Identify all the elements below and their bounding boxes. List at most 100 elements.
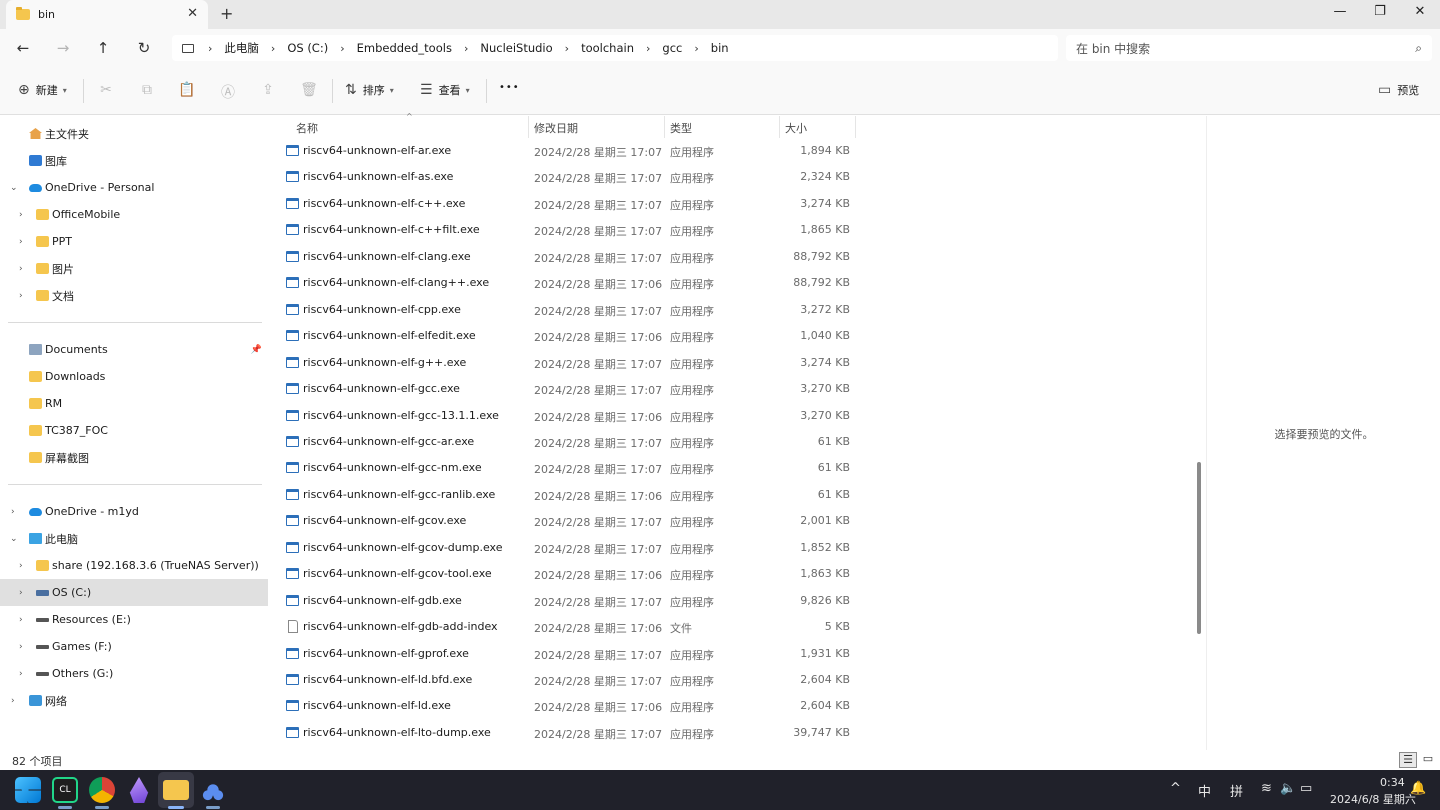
battery-icon[interactable]: ▭ — [1300, 781, 1312, 796]
copy-icon[interactable]: ⧉ — [138, 82, 156, 98]
sidebar-item-os-c[interactable]: › OS (C:) — [0, 579, 268, 606]
chevron-right-icon[interactable]: › — [19, 642, 23, 652]
sidebar-item-documents[interactable]: Documents 📌 — [0, 336, 268, 363]
column-divider[interactable] — [664, 116, 665, 138]
wifi-icon[interactable]: ≋ — [1261, 781, 1272, 796]
table-row[interactable]: riscv64-unknown-elf-gcc-13.1.1.exe 2024/2… — [270, 403, 1190, 429]
chevron-right-icon[interactable]: › — [19, 210, 23, 220]
start-menu-icon[interactable] — [15, 777, 41, 803]
clock-time[interactable]: 0:34 — [1380, 776, 1405, 789]
vertical-scrollbar[interactable] — [1192, 116, 1206, 750]
table-row[interactable]: riscv64-unknown-elf-ar.exe 2024/2/28 星期三 … — [270, 138, 1190, 164]
forward-arrow-icon[interactable]: → — [53, 39, 73, 57]
table-row[interactable]: riscv64-unknown-elf-cpp.exe 2024/2/28 星期三… — [270, 297, 1190, 323]
sidebar-item-others-g[interactable]: › Others (G:) — [0, 660, 268, 687]
address-bar[interactable]: › 此电脑 › OS (C:) › Embedded_tools › Nucle… — [172, 35, 1058, 61]
breadcrumb-separator[interactable]: › — [271, 42, 275, 55]
table-row[interactable]: riscv64-unknown-elf-gcc-nm.exe 2024/2/28 … — [270, 455, 1190, 481]
table-row[interactable]: riscv64-unknown-elf-gcov-tool.exe 2024/2/… — [270, 561, 1190, 587]
table-row[interactable]: riscv64-unknown-elf-c++.exe 2024/2/28 星期三… — [270, 191, 1190, 217]
table-row[interactable]: riscv64-unknown-elf-g++.exe 2024/2/28 星期三… — [270, 350, 1190, 376]
chevron-right-icon[interactable]: › — [11, 507, 15, 517]
table-row[interactable]: riscv64-unknown-elf-clang++.exe 2024/2/28… — [270, 270, 1190, 296]
breadcrumb-bin[interactable]: bin — [711, 41, 729, 55]
more-options-button[interactable]: ••• — [499, 82, 520, 93]
column-divider[interactable] — [855, 116, 856, 138]
sidebar-item-onedrive-personal[interactable]: ⌄ OneDrive - Personal — [0, 174, 268, 201]
table-row[interactable]: riscv64-unknown-elf-c++filt.exe 2024/2/28… — [270, 217, 1190, 243]
search-input[interactable]: 在 bin 中搜索 ⌕ — [1066, 35, 1432, 61]
back-arrow-icon[interactable]: ← — [13, 39, 33, 57]
sidebar-item-resources-e[interactable]: › Resources (E:) — [0, 606, 268, 633]
maximize-button[interactable]: ❐ — [1365, 4, 1395, 19]
scrollbar-thumb[interactable] — [1197, 462, 1201, 634]
table-row[interactable]: riscv64-unknown-elf-gcc-ar.exe 2024/2/28 … — [270, 429, 1190, 455]
chevron-right-icon[interactable]: › — [19, 615, 23, 625]
clion-icon[interactable]: CL — [52, 777, 78, 803]
sidebar-item-share[interactable]: › share (192.168.3.6 (TrueNAS Server)) — [0, 552, 268, 579]
chevron-right-icon[interactable]: › — [19, 264, 23, 274]
breadcrumb-separator[interactable]: › — [565, 42, 569, 55]
sidebar-item-games-f[interactable]: › Games (F:) — [0, 633, 268, 660]
sidebar-item-this-pc[interactable]: ⌄ 此电脑 — [0, 525, 268, 552]
chevron-down-icon[interactable]: ⌄ — [10, 183, 18, 193]
sort-button[interactable]: ⇅ 排序 ▾ — [345, 82, 394, 98]
column-divider[interactable] — [779, 116, 780, 138]
tiles-view-icon[interactable]: ▭ — [1419, 752, 1437, 768]
table-row[interactable]: riscv64-unknown-elf-gprof.exe 2024/2/28 星… — [270, 641, 1190, 667]
notification-bell-icon[interactable]: 🔔 — [1410, 781, 1426, 796]
share-icon[interactable]: ⇪ — [259, 82, 277, 98]
chevron-right-icon[interactable]: › — [19, 291, 23, 301]
sidebar-item-home[interactable]: 主文件夹 — [0, 120, 268, 147]
table-row[interactable]: riscv64-unknown-elf-gdb.exe 2024/2/28 星期三… — [270, 588, 1190, 614]
breadcrumb-nucleistudio[interactable]: NucleiStudio — [480, 41, 552, 55]
sidebar-item-downloads[interactable]: Downloads — [0, 363, 268, 390]
breadcrumb-separator[interactable]: › — [340, 42, 344, 55]
sidebar-item-documents-cn[interactable]: › 文档 — [0, 282, 268, 309]
table-row[interactable]: riscv64-unknown-elf-gcc.exe 2024/2/28 星期三… — [270, 376, 1190, 402]
breadcrumb-toolchain[interactable]: toolchain — [581, 41, 634, 55]
network-app-icon[interactable] — [200, 777, 226, 803]
file-explorer-icon[interactable] — [163, 780, 189, 800]
clock-date[interactable]: 2024/6/8 星期六 — [1330, 791, 1416, 807]
sidebar-item-onedrive-m1yd[interactable]: › OneDrive - m1yd — [0, 498, 268, 525]
table-row[interactable]: riscv64-unknown-elf-gcc-ranlib.exe 2024/2… — [270, 482, 1190, 508]
sidebar-item-officemobile[interactable]: › OfficeMobile — [0, 201, 268, 228]
delete-icon[interactable]: 🗑 — [300, 82, 318, 98]
pin-icon[interactable]: 📌 — [251, 345, 262, 355]
sidebar-item-network[interactable]: › 网络 — [0, 687, 268, 714]
close-tab-icon[interactable]: ✕ — [187, 6, 198, 21]
breadcrumb-separator[interactable]: › — [464, 42, 468, 55]
rename-icon[interactable]: Ⓐ — [219, 82, 237, 102]
app-icon[interactable] — [129, 777, 149, 803]
sidebar-item-pictures[interactable]: › 图片 — [0, 255, 268, 282]
breadcrumb-os-c[interactable]: OS (C:) — [287, 41, 328, 55]
volume-icon[interactable]: 🔈 — [1280, 781, 1296, 796]
cut-icon[interactable]: ✂ — [97, 82, 115, 98]
sidebar-item-ppt[interactable]: › PPT — [0, 228, 268, 255]
view-button[interactable]: ☰ 查看 ▾ — [420, 82, 470, 98]
breadcrumb-this-pc[interactable]: 此电脑 — [224, 40, 259, 56]
chevron-down-icon[interactable]: ⌄ — [10, 534, 18, 544]
table-row[interactable]: riscv64-unknown-elf-gcov-dump.exe 2024/2/… — [270, 535, 1190, 561]
chrome-icon[interactable] — [89, 777, 115, 803]
table-row[interactable]: riscv64-unknown-elf-ld.bfd.exe 2024/2/28 … — [270, 667, 1190, 693]
new-tab-button[interactable]: + — [220, 4, 233, 23]
input-language-indicator[interactable]: 中 — [1198, 781, 1211, 800]
breadcrumb-separator[interactable]: › — [646, 42, 650, 55]
refresh-icon[interactable]: ↻ — [134, 39, 154, 57]
column-header-name[interactable]: 名称 — [296, 120, 318, 136]
column-divider[interactable] — [528, 116, 529, 138]
column-header-size[interactable]: 大小 — [785, 120, 807, 136]
table-row[interactable]: riscv64-unknown-elf-as.exe 2024/2/28 星期三 … — [270, 164, 1190, 190]
chevron-right-icon[interactable]: › — [19, 588, 23, 598]
column-header-type[interactable]: 类型 — [670, 120, 692, 136]
sidebar-item-screenshots[interactable]: 屏幕截图 — [0, 444, 268, 471]
new-button[interactable]: ⊕ 新建 ▾ — [18, 82, 67, 98]
table-row[interactable]: riscv64-unknown-elf-gdb-add-index 2024/2/… — [270, 614, 1190, 640]
chevron-right-icon[interactable]: › — [19, 237, 23, 247]
table-row[interactable]: riscv64-unknown-elf-lto-dump.exe 2024/2/2… — [270, 720, 1190, 746]
sidebar-item-tc387-foc[interactable]: TC387_FOC — [0, 417, 268, 444]
chevron-right-icon[interactable]: › — [19, 561, 23, 571]
chevron-right-icon[interactable]: › — [11, 696, 15, 706]
